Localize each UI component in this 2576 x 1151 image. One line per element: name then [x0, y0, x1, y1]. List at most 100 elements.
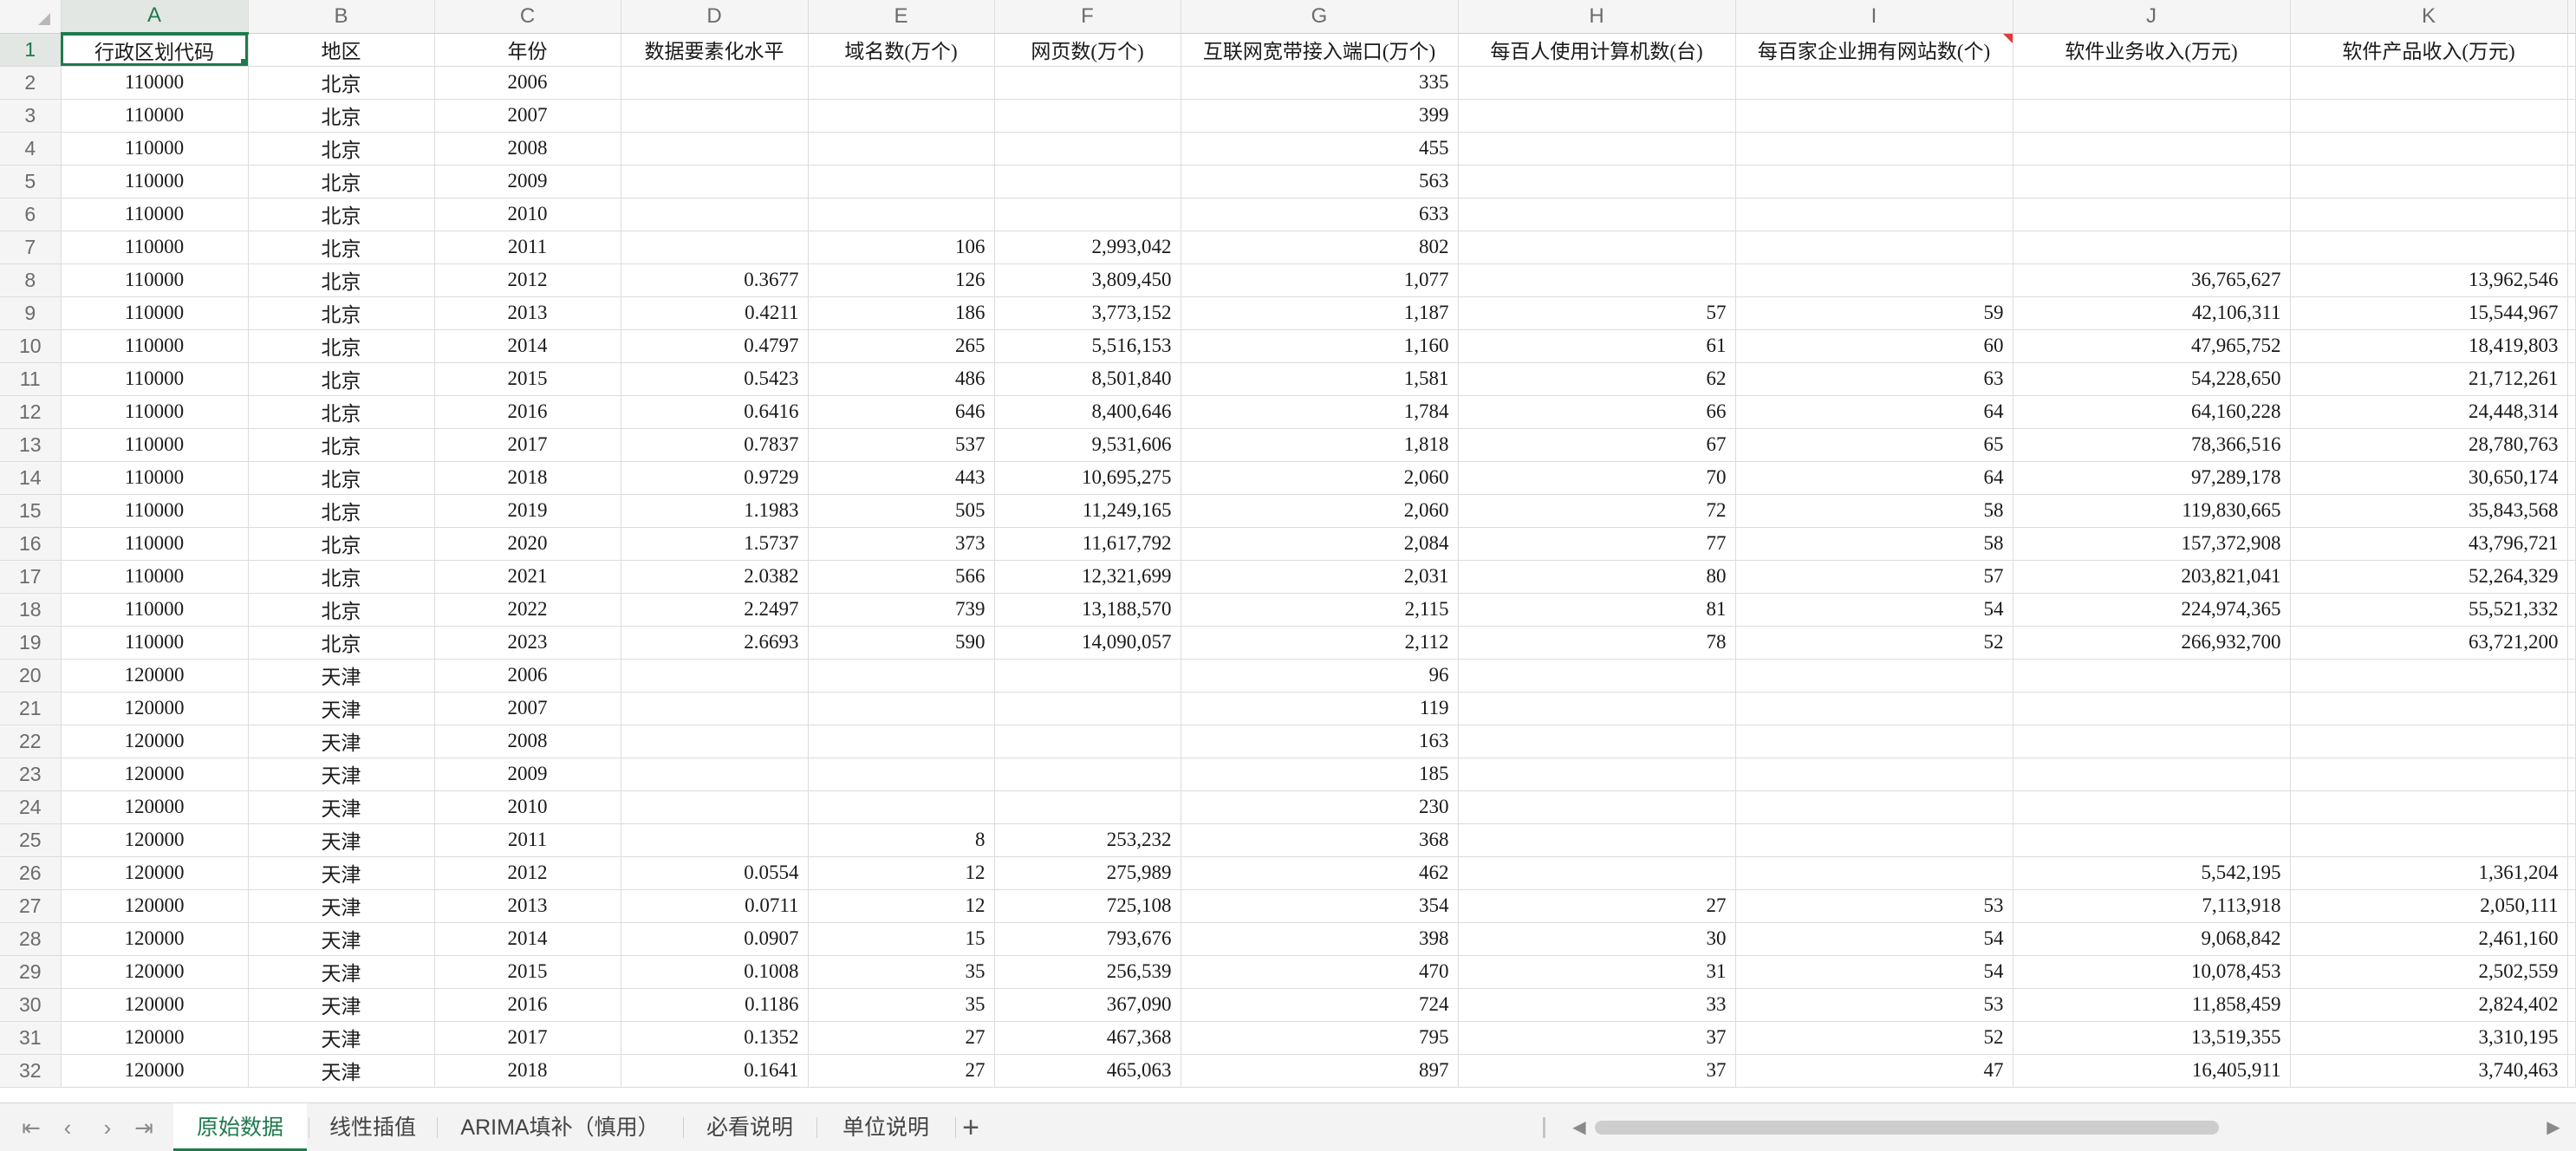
- cell[interactable]: 59: [1735, 296, 2013, 330]
- cell[interactable]: [2567, 593, 2576, 627]
- cell[interactable]: 36,765,627: [2013, 263, 2291, 297]
- cell[interactable]: 373: [808, 527, 995, 561]
- cell[interactable]: [2567, 823, 2576, 857]
- cell[interactable]: 2007: [434, 99, 621, 133]
- cell[interactable]: 13,188,570: [994, 593, 1181, 627]
- cell[interactable]: 北京: [248, 329, 435, 363]
- cell[interactable]: 1,784: [1181, 395, 1459, 429]
- cell[interactable]: 110000: [61, 231, 249, 264]
- cell[interactable]: 275,989: [994, 856, 1181, 890]
- cell[interactable]: 13,962,546: [2290, 263, 2568, 297]
- cell[interactable]: 230: [1181, 790, 1459, 824]
- cell[interactable]: 35: [808, 988, 995, 1022]
- cell[interactable]: 2,060: [1181, 461, 1459, 495]
- cell[interactable]: 天津: [248, 659, 435, 693]
- cell[interactable]: 北京: [248, 395, 435, 429]
- cell[interactable]: 9,068,842: [2013, 922, 2291, 956]
- cell[interactable]: 66: [1458, 395, 1736, 429]
- cell[interactable]: 64: [1735, 461, 2013, 495]
- cell[interactable]: [1735, 231, 2013, 264]
- header-cell[interactable]: 软件产品收入(万元): [2290, 33, 2568, 67]
- column-header-k[interactable]: K: [2290, 0, 2568, 34]
- header-cell[interactable]: 年份: [434, 33, 621, 67]
- cell[interactable]: 110000: [61, 263, 249, 297]
- cell[interactable]: 2,824,402: [2290, 988, 2568, 1022]
- cell[interactable]: 北京: [248, 231, 435, 264]
- cell[interactable]: [2290, 725, 2568, 758]
- row-header[interactable]: 21: [0, 692, 62, 725]
- cell[interactable]: 110000: [61, 461, 249, 495]
- cell[interactable]: 1,818: [1181, 428, 1459, 462]
- cell[interactable]: 53: [1735, 988, 2013, 1022]
- cell[interactable]: 120000: [61, 823, 249, 857]
- cell[interactable]: 110000: [61, 626, 249, 660]
- row-header[interactable]: 6: [0, 198, 62, 231]
- row-header[interactable]: 20: [0, 659, 62, 693]
- cell[interactable]: 2015: [434, 362, 621, 396]
- header-cell[interactable]: 地区: [248, 33, 435, 67]
- cell[interactable]: 2,084: [1181, 527, 1459, 561]
- cell[interactable]: 110000: [61, 527, 249, 561]
- cell[interactable]: [2567, 296, 2576, 330]
- cell[interactable]: [994, 692, 1181, 725]
- cell[interactable]: 2009: [434, 165, 621, 198]
- cell[interactable]: 5,516,153: [994, 329, 1181, 363]
- cell[interactable]: [2567, 263, 2576, 297]
- cell[interactable]: 110000: [61, 395, 249, 429]
- cell[interactable]: [621, 692, 809, 725]
- row-header[interactable]: 28: [0, 922, 62, 956]
- cell[interactable]: 天津: [248, 1054, 435, 1088]
- last-sheet-icon[interactable]: ⇥: [127, 1112, 161, 1143]
- horizontal-scrollbar-thumb[interactable]: [1595, 1121, 2219, 1135]
- cell[interactable]: 793,676: [994, 922, 1181, 956]
- cell[interactable]: 120000: [61, 1054, 249, 1088]
- cell[interactable]: [1458, 659, 1736, 693]
- cell[interactable]: 37: [1458, 1054, 1736, 1088]
- cell[interactable]: [2567, 856, 2576, 890]
- cell[interactable]: 0.4797: [621, 329, 809, 363]
- cell[interactable]: [994, 132, 1181, 166]
- cell[interactable]: 11,617,792: [994, 527, 1181, 561]
- cell[interactable]: [2567, 1054, 2576, 1088]
- cell[interactable]: 2008: [434, 725, 621, 758]
- cell[interactable]: 486: [808, 362, 995, 396]
- cell[interactable]: [2013, 99, 2291, 133]
- cell[interactable]: 2.0382: [621, 560, 809, 594]
- cell[interactable]: 97,289,178: [2013, 461, 2291, 495]
- cell[interactable]: [2567, 329, 2576, 363]
- cell[interactable]: 110000: [61, 132, 249, 166]
- cell[interactable]: [1735, 198, 2013, 231]
- cell[interactable]: 724: [1181, 988, 1459, 1022]
- column-header-h[interactable]: H: [1458, 0, 1736, 34]
- cell[interactable]: [1458, 758, 1736, 791]
- cell[interactable]: [2567, 626, 2576, 660]
- row-header[interactable]: 4: [0, 132, 62, 166]
- cell[interactable]: 天津: [248, 922, 435, 956]
- cell[interactable]: 47: [1735, 1054, 2013, 1088]
- cell[interactable]: [2013, 198, 2291, 231]
- cell[interactable]: 265: [808, 329, 995, 363]
- cell[interactable]: [994, 725, 1181, 758]
- cell[interactable]: [621, 725, 809, 758]
- cell[interactable]: [2290, 790, 2568, 824]
- horizontal-scrollbar[interactable]: [1595, 1119, 2538, 1136]
- cell[interactable]: [808, 66, 995, 100]
- cell[interactable]: 2,502,559: [2290, 955, 2568, 989]
- cell[interactable]: [1735, 659, 2013, 693]
- cell[interactable]: 368: [1181, 823, 1459, 857]
- cell[interactable]: 120000: [61, 988, 249, 1022]
- cell[interactable]: 354: [1181, 889, 1459, 923]
- cell[interactable]: [2013, 790, 2291, 824]
- cell[interactable]: 465,063: [994, 1054, 1181, 1088]
- cell[interactable]: 35: [808, 955, 995, 989]
- spreadsheet-grid[interactable]: ABCDEFGHIJK 1 行政区划代码 地区 年份 数据要素化水平 域名数(万个) 网页数…: [0, 0, 2576, 1102]
- cell[interactable]: 2014: [434, 329, 621, 363]
- row-header[interactable]: 9: [0, 296, 62, 330]
- cell[interactable]: [2567, 33, 2576, 67]
- row-header[interactable]: 16: [0, 527, 62, 561]
- cell[interactable]: 10,695,275: [994, 461, 1181, 495]
- select-all-corner[interactable]: [0, 0, 62, 34]
- row-header[interactable]: 8: [0, 263, 62, 297]
- cell[interactable]: [1458, 165, 1736, 198]
- cell[interactable]: [1735, 758, 2013, 791]
